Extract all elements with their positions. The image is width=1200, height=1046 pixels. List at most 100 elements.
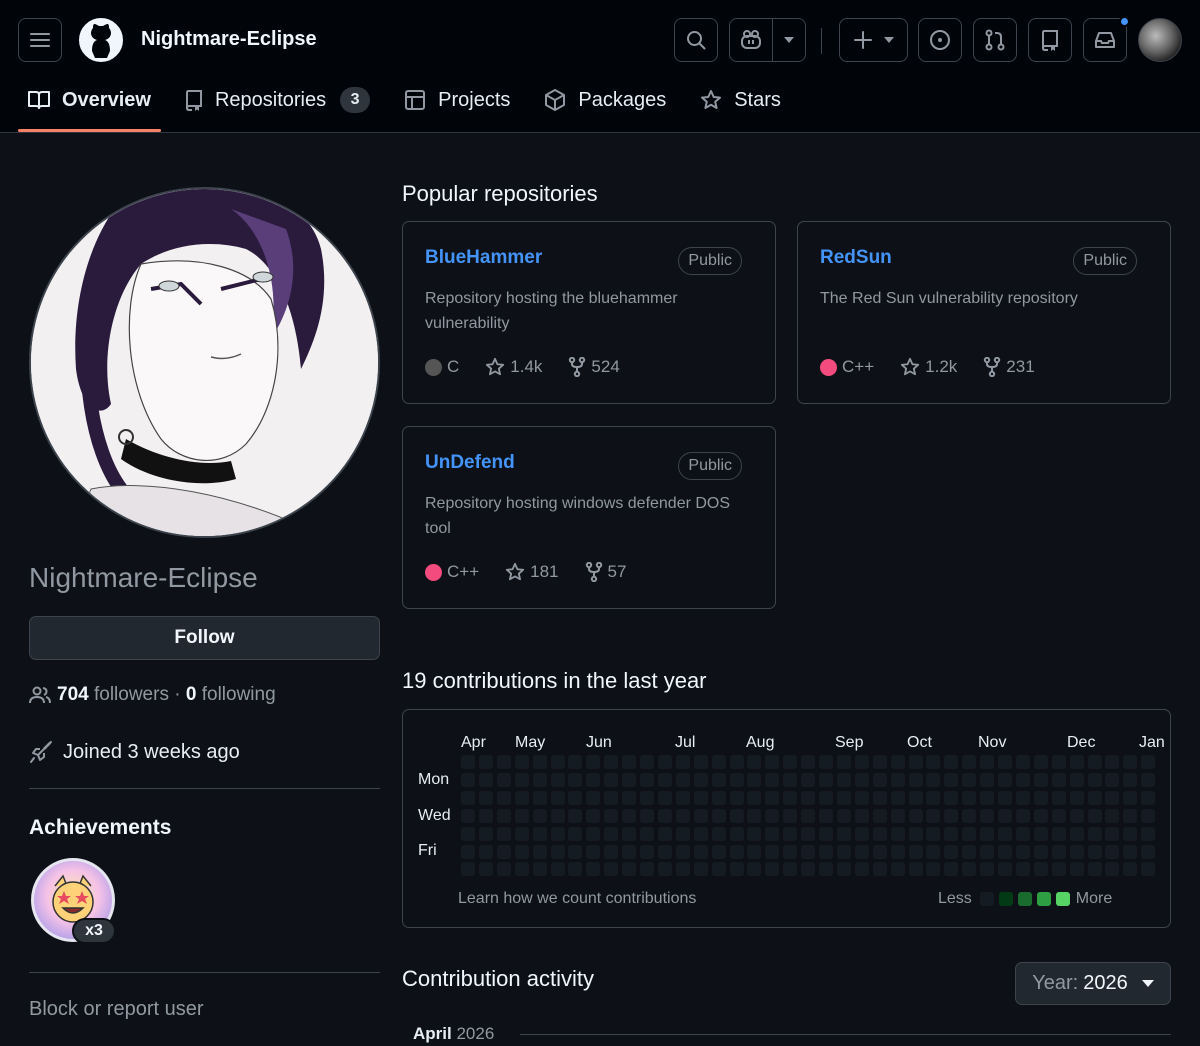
contribution-day[interactable]	[711, 826, 726, 841]
contribution-day[interactable]	[801, 844, 816, 859]
contribution-day[interactable]	[532, 844, 547, 859]
contribution-day[interactable]	[478, 790, 493, 805]
contribution-day[interactable]	[962, 862, 977, 877]
contribution-day[interactable]	[980, 755, 995, 769]
contribution-day[interactable]	[514, 844, 529, 859]
contribution-day[interactable]	[496, 844, 511, 859]
contribution-day[interactable]	[586, 826, 601, 841]
contribution-day[interactable]	[1123, 755, 1138, 769]
contribution-day[interactable]	[872, 826, 887, 841]
contribution-day[interactable]	[461, 790, 475, 805]
repo-stars-link[interactable]: 181	[505, 562, 559, 582]
chevron-down-icon[interactable]	[773, 37, 805, 43]
tab-repositories[interactable]: Repositories 3	[175, 80, 380, 120]
contribution-day[interactable]	[1033, 755, 1048, 769]
contribution-day[interactable]	[1051, 862, 1066, 877]
contribution-day[interactable]	[998, 862, 1012, 877]
contribution-day[interactable]	[568, 790, 583, 805]
contribution-day[interactable]	[926, 808, 941, 823]
repo-forks-link[interactable]: 57	[585, 562, 626, 582]
contribution-day[interactable]	[1087, 790, 1102, 805]
contribution-day[interactable]	[908, 862, 923, 877]
contribution-day[interactable]	[532, 826, 547, 841]
repo-name-link[interactable]: RedSun	[820, 247, 892, 269]
contribution-day[interactable]	[890, 772, 905, 787]
contribution-day[interactable]	[514, 790, 529, 805]
contribution-day[interactable]	[693, 755, 708, 769]
contribution-day[interactable]	[550, 808, 565, 823]
following-label[interactable]: following	[202, 684, 276, 706]
create-new-button[interactable]	[839, 18, 908, 62]
contribution-day[interactable]	[657, 862, 672, 877]
contribution-day[interactable]	[1069, 808, 1084, 823]
contribution-day[interactable]	[962, 826, 977, 841]
contribution-day[interactable]	[461, 844, 475, 859]
contribution-day[interactable]	[1105, 826, 1120, 841]
contribution-day[interactable]	[890, 755, 905, 769]
contribution-day[interactable]	[604, 790, 619, 805]
tab-packages[interactable]: Packages	[534, 80, 676, 120]
contribution-day[interactable]	[711, 844, 726, 859]
contribution-day[interactable]	[801, 755, 816, 769]
contribution-day[interactable]	[1033, 808, 1048, 823]
contribution-day[interactable]	[532, 755, 547, 769]
contribution-day[interactable]	[514, 808, 529, 823]
contribution-day[interactable]	[836, 755, 851, 769]
contribution-day[interactable]	[836, 808, 851, 823]
tab-overview[interactable]: Overview	[18, 80, 161, 132]
contribution-day[interactable]	[461, 826, 475, 841]
contribution-day[interactable]	[980, 844, 995, 859]
contribution-day[interactable]	[675, 790, 690, 805]
contribution-day[interactable]	[801, 826, 816, 841]
contribution-day[interactable]	[1033, 826, 1048, 841]
contribution-day[interactable]	[783, 772, 798, 787]
following-count[interactable]: 0	[186, 684, 197, 706]
contribution-day[interactable]	[1123, 790, 1138, 805]
contribution-day[interactable]	[1141, 844, 1156, 859]
contribution-day[interactable]	[1141, 862, 1156, 877]
contribution-day[interactable]	[998, 844, 1012, 859]
contribution-day[interactable]	[729, 844, 744, 859]
contribution-day[interactable]	[1033, 862, 1048, 877]
contribution-day[interactable]	[1015, 772, 1030, 787]
contribution-day[interactable]	[729, 755, 744, 769]
contribution-day[interactable]	[550, 772, 565, 787]
contribution-day[interactable]	[711, 755, 726, 769]
contribution-day[interactable]	[962, 844, 977, 859]
repo-name-link[interactable]: BlueHammer	[425, 247, 542, 269]
contribution-day[interactable]	[926, 862, 941, 877]
contribution-day[interactable]	[1087, 826, 1102, 841]
contribution-day[interactable]	[640, 772, 654, 787]
contribution-day[interactable]	[729, 826, 744, 841]
contribution-day[interactable]	[1015, 755, 1030, 769]
contribution-day[interactable]	[908, 844, 923, 859]
contribution-day[interactable]	[568, 808, 583, 823]
contribution-day[interactable]	[765, 844, 780, 859]
contribution-day[interactable]	[1051, 755, 1066, 769]
contribution-day[interactable]	[514, 862, 529, 877]
contribution-day[interactable]	[496, 790, 511, 805]
copilot-button[interactable]	[729, 18, 806, 62]
contribution-day[interactable]	[693, 844, 708, 859]
contribution-day[interactable]	[944, 844, 959, 859]
contribution-day[interactable]	[1069, 844, 1084, 859]
contribution-day[interactable]	[908, 826, 923, 841]
contribution-day[interactable]	[1123, 808, 1138, 823]
contribution-day[interactable]	[747, 826, 762, 841]
contribution-day[interactable]	[657, 790, 672, 805]
contribution-day[interactable]	[836, 826, 851, 841]
contribution-day[interactable]	[1105, 772, 1120, 787]
contribution-day[interactable]	[693, 808, 708, 823]
contribution-day[interactable]	[693, 790, 708, 805]
followers-count[interactable]: 704	[57, 684, 89, 706]
contribution-day[interactable]	[514, 826, 529, 841]
contribution-day[interactable]	[693, 826, 708, 841]
contribution-day[interactable]	[872, 844, 887, 859]
menu-button[interactable]	[18, 18, 62, 62]
contribution-day[interactable]	[604, 844, 619, 859]
contribution-day[interactable]	[1051, 772, 1066, 787]
contribution-day[interactable]	[908, 790, 923, 805]
contribution-day[interactable]	[801, 808, 816, 823]
contribution-day[interactable]	[640, 808, 654, 823]
contribution-day[interactable]	[1015, 862, 1030, 877]
